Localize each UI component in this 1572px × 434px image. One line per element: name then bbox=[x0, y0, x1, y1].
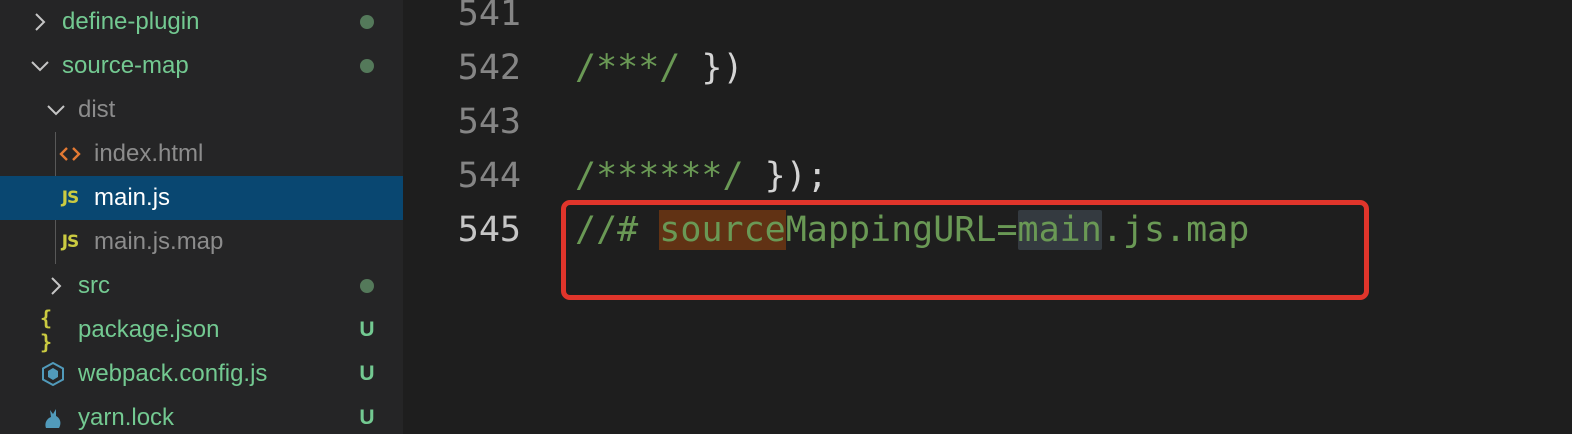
annotation-red-box bbox=[561, 200, 1369, 300]
chevron-down-icon bbox=[28, 44, 52, 88]
code-line: 541 bbox=[403, 0, 1572, 41]
yarn-cat-icon bbox=[40, 396, 66, 434]
tree-item-dist[interactable]: dist bbox=[0, 88, 403, 132]
code-token: }) bbox=[680, 48, 744, 88]
tree-item-label: main.js bbox=[94, 184, 171, 211]
tree-item-webpack-config-js[interactable]: webpack.config.js U bbox=[0, 352, 403, 396]
code-line: 542 /***/ }) bbox=[403, 41, 1572, 95]
code-token: }); bbox=[743, 156, 828, 196]
chevron-down-icon bbox=[44, 88, 68, 132]
code-comment: /***/ bbox=[575, 48, 681, 88]
tree-item-label: index.html bbox=[94, 140, 204, 167]
tree-item-label: main.js.map bbox=[94, 228, 224, 255]
tree-item-main-js[interactable]: JS main.js bbox=[0, 176, 403, 220]
tree-item-label: webpack.config.js bbox=[78, 360, 268, 387]
json-file-icon: { } bbox=[40, 306, 52, 354]
modified-dot-icon bbox=[357, 44, 377, 88]
git-status-untracked: U bbox=[359, 318, 375, 341]
code-comment: /******/ bbox=[575, 156, 744, 196]
line-number: 545 bbox=[457, 210, 521, 250]
chevron-right-icon bbox=[46, 264, 66, 308]
line-number: 542 bbox=[457, 48, 521, 88]
tree-item-main-js-map[interactable]: JS main.js.map bbox=[0, 220, 403, 264]
code-text: /***/ }) bbox=[575, 41, 744, 95]
tree-item-package-json[interactable]: { } package.json U bbox=[0, 306, 403, 354]
line-number: 544 bbox=[457, 156, 521, 196]
tree-item-yarn-lock[interactable]: yarn.lock U bbox=[0, 396, 403, 434]
vscode-window: define-plugin source-map dist index.html bbox=[0, 0, 1572, 434]
tree-item-src[interactable]: src bbox=[0, 264, 403, 308]
webpack-cube-icon bbox=[40, 352, 66, 396]
chevron-right-icon bbox=[30, 0, 50, 44]
tree-item-source-map[interactable]: source-map bbox=[0, 44, 403, 88]
tree-item-label: package.json bbox=[78, 316, 220, 343]
code-text: /******/ }); bbox=[575, 149, 828, 203]
code-line: 543 bbox=[403, 95, 1572, 149]
modified-dot-icon bbox=[357, 0, 377, 44]
git-status-untracked: U bbox=[359, 406, 375, 429]
code-line: 544 /******/ }); bbox=[403, 149, 1572, 203]
js-file-icon: JS bbox=[61, 232, 80, 252]
tree-item-label: yarn.lock bbox=[78, 404, 175, 431]
git-status-untracked: U bbox=[359, 362, 375, 385]
explorer-sidebar: define-plugin source-map dist index.html bbox=[0, 0, 403, 434]
html-file-icon bbox=[58, 132, 82, 176]
tree-item-define-plugin[interactable]: define-plugin bbox=[0, 0, 403, 44]
modified-dot-icon bbox=[357, 264, 377, 308]
tree-item-index-html[interactable]: index.html bbox=[0, 132, 403, 176]
tree-item-label: src bbox=[78, 272, 110, 299]
tree-item-label: source-map bbox=[62, 52, 189, 79]
line-number: 543 bbox=[457, 102, 521, 142]
js-file-icon: JS bbox=[61, 188, 80, 208]
code-editor[interactable]: 541 542 /***/ }) 543 544 /******/ }); 54… bbox=[403, 0, 1572, 434]
tree-item-label: dist bbox=[78, 96, 116, 123]
tree-item-label: define-plugin bbox=[62, 8, 200, 35]
line-number: 541 bbox=[457, 0, 521, 34]
